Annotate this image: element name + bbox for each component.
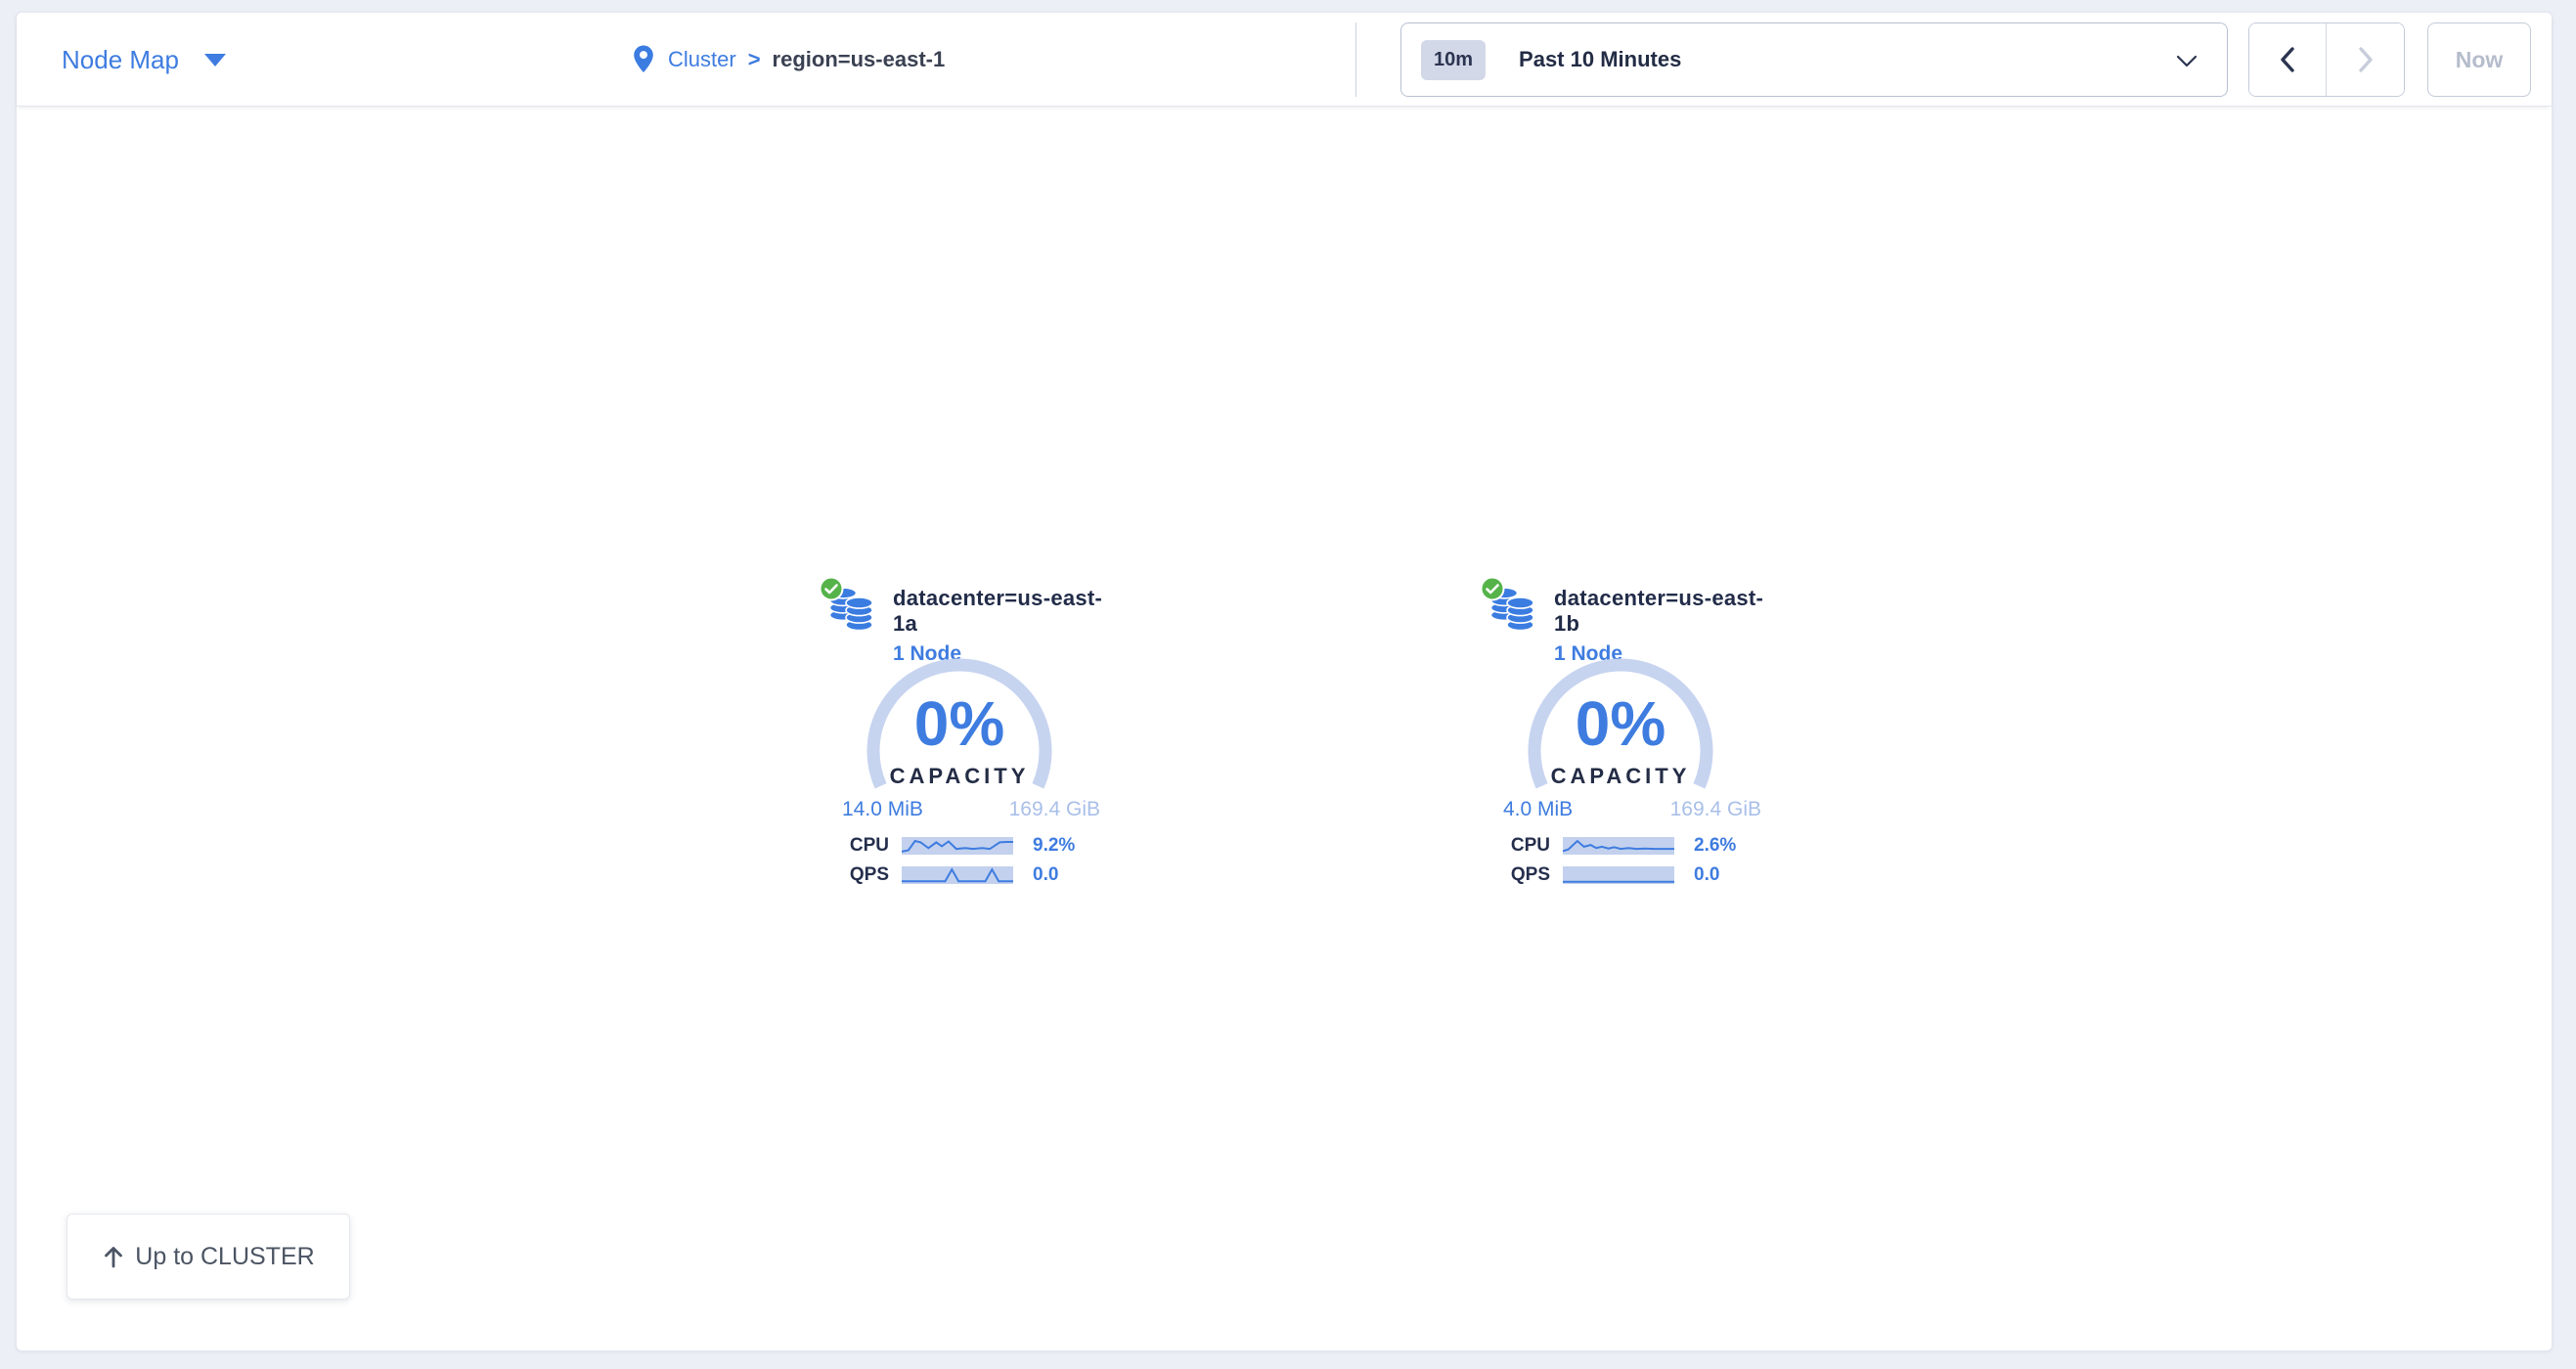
chevron-right-icon	[2357, 46, 2375, 73]
capacity-total: 169.4 GiB	[1009, 798, 1100, 821]
locality-card-us-east-1b[interactable]: datacenter=us-east-1b 1 Node 0% CAPACITY…	[1489, 578, 1773, 901]
locality-name: datacenter=us-east-1a	[893, 586, 1112, 637]
capacity-caption: CAPACITY	[890, 764, 1030, 789]
view-selector-dropdown[interactable]: Node Map	[62, 13, 226, 107]
location-pin-icon	[631, 44, 656, 76]
cpu-label: CPU	[828, 835, 889, 857]
capacity-used: 14.0 MiB	[842, 798, 923, 821]
header-divider	[1355, 22, 1356, 97]
view-selector-label: Node Map	[62, 45, 179, 75]
capacity-range: 4.0 MiB 169.4 GiB	[1503, 798, 1761, 821]
page-header: Node Map Cluster > region=us-east-1 10m …	[17, 13, 2552, 107]
capacity-percent: 0%	[914, 692, 1005, 755]
cpu-metric-row: CPU 2.6%	[1489, 834, 1736, 858]
cpu-sparkline	[902, 837, 1013, 855]
locality-name: datacenter=us-east-1b	[1554, 586, 1773, 637]
breadcrumb-separator: >	[748, 47, 761, 72]
capacity-percent: 0%	[1576, 692, 1666, 755]
capacity-caption: CAPACITY	[1551, 764, 1691, 789]
now-button[interactable]: Now	[2427, 22, 2531, 97]
qps-sparkline	[1563, 866, 1674, 884]
cpu-metric-row: CPU 9.2%	[828, 834, 1075, 858]
time-window-label: Past 10 Minutes	[1519, 47, 1681, 72]
time-prev-button[interactable]	[2249, 23, 2327, 96]
chevron-down-icon	[2176, 55, 2198, 68]
chevron-left-icon	[2279, 46, 2296, 73]
qps-sparkline	[902, 866, 1013, 884]
qps-value: 0.0	[1694, 864, 1719, 886]
arrow-up-icon	[102, 1244, 125, 1269]
time-window-dropdown[interactable]: 10m Past 10 Minutes	[1400, 22, 2228, 97]
locality-card-us-east-1a[interactable]: datacenter=us-east-1a 1 Node 0% CAPACITY…	[828, 578, 1112, 901]
capacity-range: 14.0 MiB 169.4 GiB	[842, 798, 1100, 821]
capacity-used: 4.0 MiB	[1503, 798, 1573, 821]
breadcrumb-current: region=us-east-1	[773, 47, 946, 72]
healthy-check-icon	[819, 576, 844, 601]
cpu-value: 9.2%	[1033, 835, 1075, 857]
time-window-badge: 10m	[1421, 40, 1486, 80]
breadcrumb-cluster-link[interactable]: Cluster	[668, 47, 736, 72]
up-to-cluster-button[interactable]: Up to CLUSTER	[67, 1214, 350, 1300]
cpu-value: 2.6%	[1694, 835, 1736, 857]
healthy-check-icon	[1480, 576, 1505, 601]
cpu-label: CPU	[1489, 835, 1550, 857]
capacity-total: 169.4 GiB	[1670, 798, 1761, 821]
node-map-panel: Node Map Cluster > region=us-east-1 10m …	[16, 12, 2553, 1351]
qps-value: 0.0	[1033, 864, 1058, 886]
time-nav-buttons	[2248, 22, 2405, 97]
up-to-cluster-label: Up to CLUSTER	[135, 1243, 314, 1271]
qps-label: QPS	[828, 864, 889, 886]
breadcrumb: Cluster > region=us-east-1	[631, 13, 945, 107]
qps-label: QPS	[1489, 864, 1550, 886]
time-next-button[interactable]	[2327, 23, 2404, 96]
qps-metric-row: QPS 0.0	[1489, 863, 1719, 887]
qps-metric-row: QPS 0.0	[828, 863, 1058, 887]
cpu-sparkline	[1563, 837, 1674, 855]
caret-down-icon	[204, 54, 226, 66]
